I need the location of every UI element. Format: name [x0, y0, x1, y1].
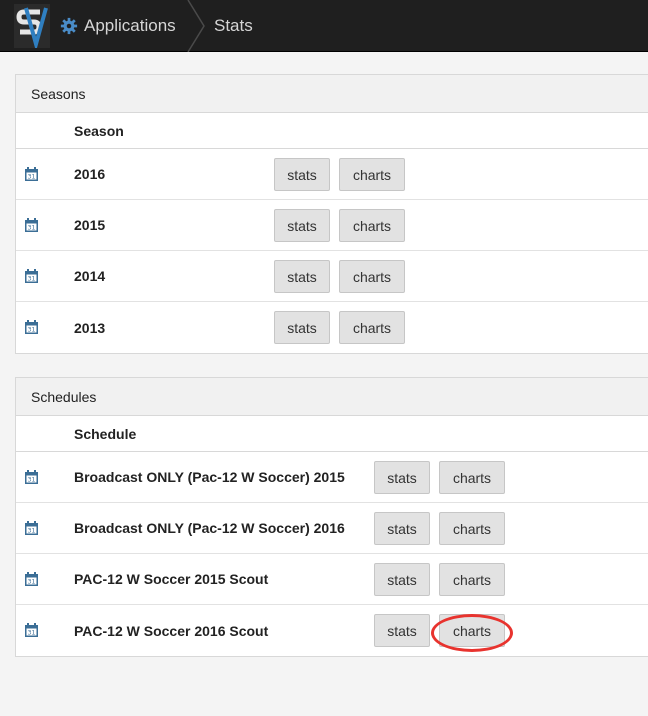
- svg-text:31: 31: [28, 477, 36, 484]
- season-stats-button[interactable]: stats: [274, 209, 330, 242]
- calendar-icon: 31: [25, 521, 38, 535]
- schedule-stats-button[interactable]: stats: [374, 461, 430, 494]
- schedule-stats-button[interactable]: stats: [374, 563, 430, 596]
- season-stats-button[interactable]: stats: [274, 260, 330, 293]
- schedules-panel-title: Schedules: [16, 378, 648, 416]
- breadcrumb-applications-label: Applications: [84, 16, 176, 35]
- calendar-icon: 31: [25, 572, 38, 586]
- svg-text:31: 31: [28, 630, 36, 637]
- schedule-row: 31 PAC-12 W Soccer 2016 Scout stats char…: [16, 605, 648, 656]
- calendar-icon: 31: [25, 167, 38, 181]
- calendar-icon: 31: [25, 320, 38, 334]
- seasons-rows: 31 2016 stats charts 31 2015 stats chart…: [16, 149, 648, 353]
- schedule-column-label: Schedule: [74, 425, 137, 442]
- schedules-column-header: Schedule: [16, 416, 648, 452]
- season-charts-button[interactable]: charts: [339, 158, 405, 191]
- schedules-rows: 31 Broadcast ONLY (Pac-12 W Soccer) 2015…: [16, 452, 648, 656]
- svg-text:31: 31: [28, 174, 36, 181]
- season-charts-button[interactable]: charts: [339, 260, 405, 293]
- schedule-name: PAC-12 W Soccer 2015 Scout: [74, 571, 269, 587]
- gear-icon: [60, 17, 78, 35]
- breadcrumb-separator-icon: [187, 0, 205, 52]
- schedule-name: Broadcast ONLY (Pac-12 W Soccer) 2015: [74, 469, 345, 485]
- seasons-column-header: Season: [16, 113, 648, 149]
- top-nav-bar: Applications Stats: [0, 0, 648, 52]
- breadcrumb-stats[interactable]: Stats: [214, 14, 253, 38]
- calendar-icon: 31: [25, 470, 38, 484]
- svg-text:31: 31: [28, 528, 36, 535]
- sv-logo-icon[interactable]: [14, 4, 50, 48]
- calendar-icon: 31: [25, 269, 38, 283]
- calendar-icon: 31: [25, 218, 38, 232]
- seasons-panel: Seasons Season 31 2016 stats charts 31 2…: [15, 74, 648, 354]
- schedule-charts-button[interactable]: charts: [439, 614, 505, 647]
- schedules-panel: Schedules Schedule 31 Broadcast ONLY (Pa…: [15, 377, 648, 657]
- seasons-panel-title: Seasons: [16, 75, 648, 113]
- season-name: 2013: [74, 319, 106, 336]
- calendar-icon: 31: [25, 623, 38, 637]
- season-charts-button[interactable]: charts: [339, 311, 405, 344]
- season-column-label: Season: [74, 122, 124, 139]
- season-row: 31 2016 stats charts: [16, 149, 648, 200]
- breadcrumb-stats-label: Stats: [214, 16, 253, 35]
- season-name: 2014: [74, 268, 106, 284]
- schedule-row: 31 PAC-12 W Soccer 2015 Scout stats char…: [16, 554, 648, 605]
- season-row: 31 2015 stats charts: [16, 200, 648, 251]
- season-stats-button[interactable]: stats: [274, 158, 330, 191]
- svg-text:31: 31: [28, 579, 36, 586]
- schedule-name: PAC-12 W Soccer 2016 Scout: [74, 622, 269, 639]
- schedule-row: 31 Broadcast ONLY (Pac-12 W Soccer) 2016…: [16, 503, 648, 554]
- season-row: 31 2014 stats charts: [16, 251, 648, 302]
- season-row: 31 2013 stats charts: [16, 302, 648, 353]
- schedule-charts-button[interactable]: charts: [439, 563, 505, 596]
- schedule-charts-button[interactable]: charts: [439, 512, 505, 545]
- season-stats-button[interactable]: stats: [274, 311, 330, 344]
- breadcrumb-applications[interactable]: Applications: [60, 14, 176, 38]
- season-charts-button[interactable]: charts: [339, 209, 405, 242]
- schedule-name: Broadcast ONLY (Pac-12 W Soccer) 2016: [74, 520, 345, 536]
- season-name: 2015: [74, 217, 106, 233]
- schedule-stats-button[interactable]: stats: [374, 512, 430, 545]
- svg-text:31: 31: [28, 225, 36, 232]
- schedule-charts-button[interactable]: charts: [439, 461, 505, 494]
- svg-text:31: 31: [28, 276, 36, 283]
- schedule-row: 31 Broadcast ONLY (Pac-12 W Soccer) 2015…: [16, 452, 648, 503]
- season-name: 2016: [74, 166, 106, 182]
- svg-text:31: 31: [28, 327, 36, 334]
- schedule-stats-button[interactable]: stats: [374, 614, 430, 647]
